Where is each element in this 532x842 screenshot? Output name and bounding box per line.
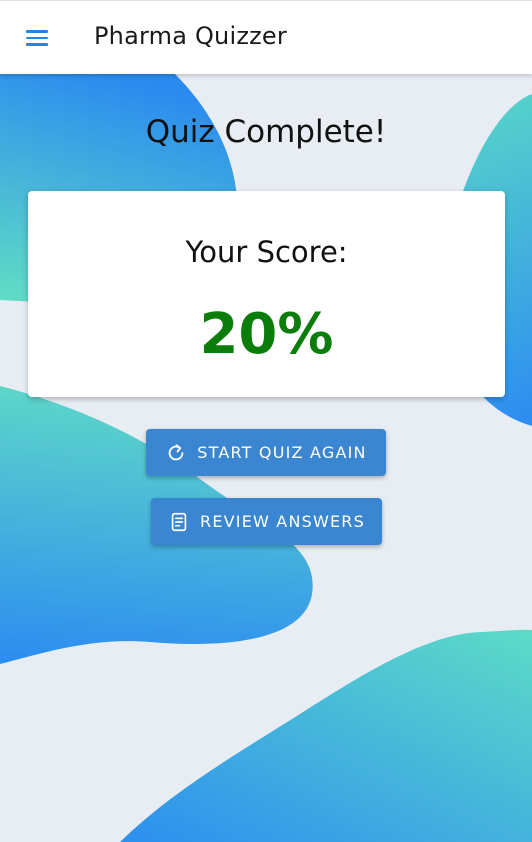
score-value: 20% xyxy=(199,302,334,367)
score-label: Your Score: xyxy=(185,235,348,269)
document-icon xyxy=(171,512,187,531)
score-card: Your Score: 20% xyxy=(28,191,505,397)
page-title: Quiz Complete! xyxy=(145,114,387,150)
review-answers-label: REVIEW ANSWERS xyxy=(200,512,365,531)
refresh-icon xyxy=(168,443,184,460)
hamburger-menu-icon[interactable] xyxy=(26,30,48,46)
app-title: Pharma Quizzer xyxy=(94,22,287,50)
start-quiz-again-button[interactable]: START QUIZ AGAIN xyxy=(146,429,386,476)
start-quiz-again-label: START QUIZ AGAIN xyxy=(197,443,367,462)
app-bar: Pharma Quizzer xyxy=(0,0,532,74)
results-screen: Quiz Complete! Your Score: 20% START QUI… xyxy=(0,74,532,842)
review-answers-button[interactable]: REVIEW ANSWERS xyxy=(151,498,382,545)
